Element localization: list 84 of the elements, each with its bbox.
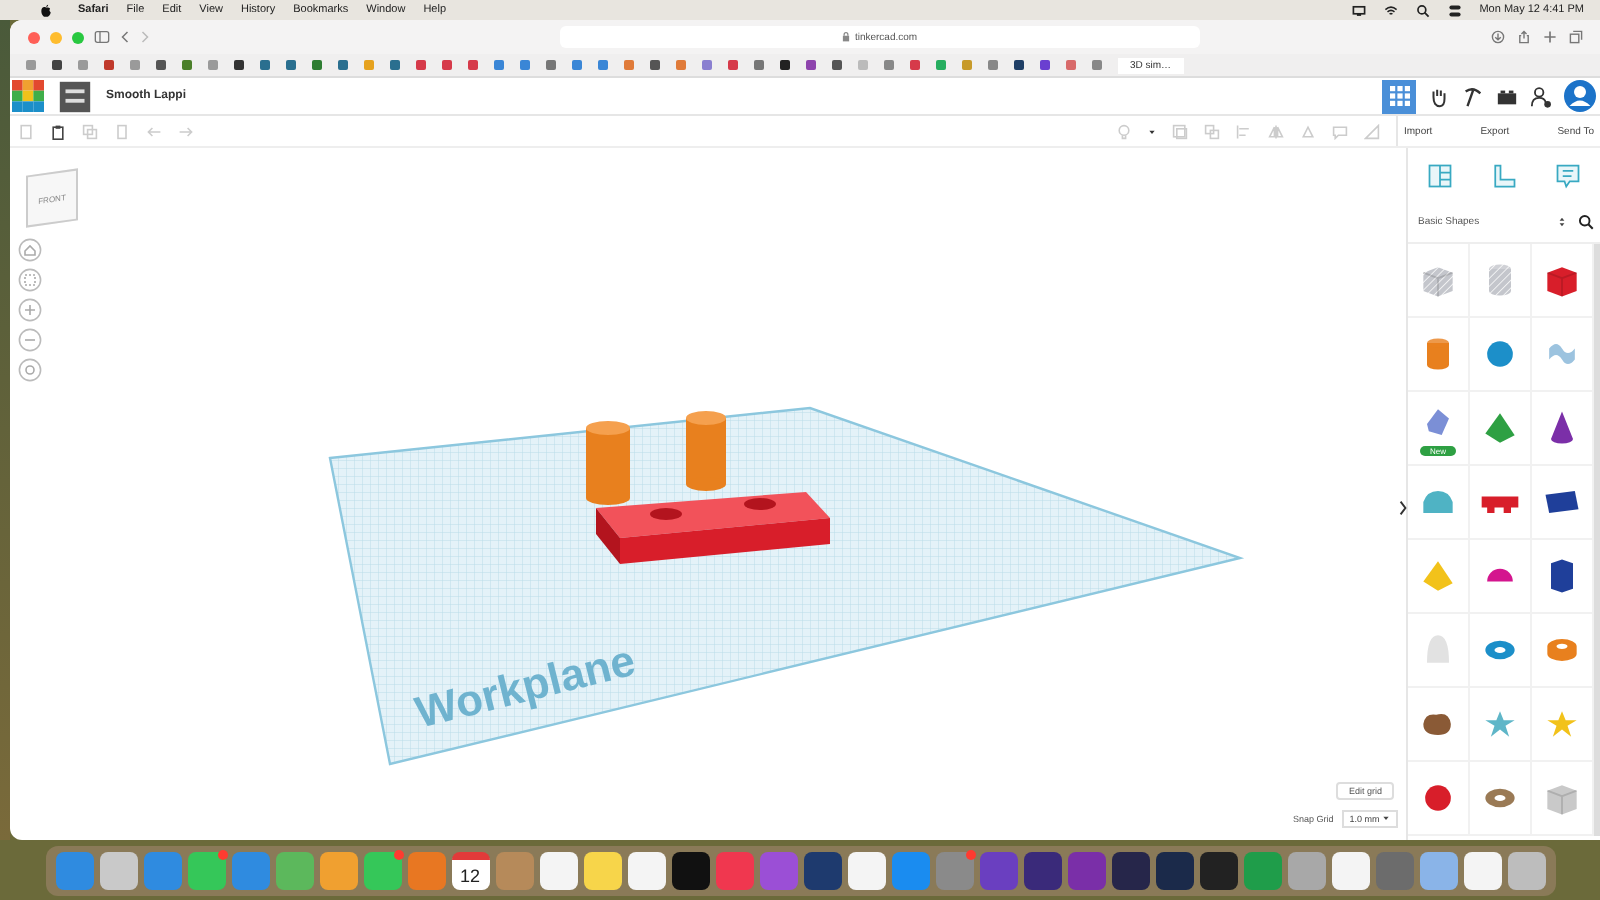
calendar-app-icon[interactable]: 12	[451, 851, 489, 889]
zoom-in-icon[interactable]	[18, 298, 42, 322]
duplicate-icon[interactable]	[82, 123, 98, 139]
share-icon[interactable]	[1516, 30, 1532, 44]
tinkercad-logo-icon[interactable]	[12, 80, 44, 112]
minimize-button[interactable]	[50, 31, 62, 43]
search-icon[interactable]	[1578, 214, 1594, 230]
favicon-icon[interactable]	[780, 60, 790, 70]
brick-icon[interactable]	[1496, 85, 1518, 107]
new-shape-icon[interactable]	[18, 123, 34, 139]
favicon-icon[interactable]	[1014, 60, 1024, 70]
notes-icon[interactable]	[1332, 123, 1348, 139]
favicon-icon[interactable]	[650, 60, 660, 70]
paste-icon[interactable]	[50, 123, 66, 139]
design-icon[interactable]	[56, 77, 94, 115]
grid-icon	[1389, 86, 1409, 106]
favicon-icon[interactable]	[234, 60, 244, 70]
app-icon[interactable]	[627, 851, 665, 889]
app-icon[interactable]	[803, 851, 841, 889]
collapse-panel-icon[interactable]	[1398, 500, 1408, 516]
app-icon[interactable]	[1331, 851, 1369, 889]
pickaxe-icon[interactable]	[1462, 85, 1484, 107]
caret-icon	[1382, 814, 1390, 822]
avatar-icon[interactable]	[1564, 80, 1596, 112]
app-icon[interactable]	[1463, 851, 1501, 889]
shape-catalog-icon[interactable]	[1426, 161, 1454, 189]
cruise-icon[interactable]	[1300, 123, 1316, 139]
align-icon[interactable]	[1236, 123, 1252, 139]
tabs-overview-icon[interactable]	[1568, 30, 1584, 44]
favicon-icon[interactable]	[260, 60, 270, 70]
shapes-drawing[interactable]	[586, 411, 830, 564]
home-view-icon[interactable]	[18, 238, 42, 262]
display-icon[interactable]	[1351, 3, 1366, 17]
add-user-icon[interactable]	[1530, 85, 1552, 107]
download-icon[interactable]	[1490, 30, 1506, 44]
app-icon[interactable]	[1419, 851, 1457, 889]
app-icon[interactable]	[1199, 851, 1237, 889]
app-icon[interactable]	[99, 851, 137, 889]
app-icon[interactable]	[671, 851, 709, 889]
back-icon[interactable]	[120, 30, 130, 44]
favicon-icon[interactable]	[338, 60, 348, 70]
mirror-icon[interactable]	[1268, 123, 1284, 139]
workplane-label: Workplane	[410, 634, 640, 738]
zoom-button[interactable]	[72, 31, 84, 43]
ruler-icon[interactable]	[1364, 123, 1380, 139]
app-icon[interactable]	[583, 851, 621, 889]
fit-view-icon[interactable]	[18, 268, 42, 292]
favicon-icon[interactable]	[1040, 60, 1050, 70]
app-icon[interactable]	[539, 851, 577, 889]
forward-icon[interactable]	[140, 30, 150, 44]
favicon-icon[interactable]	[52, 60, 62, 70]
note-icon[interactable]	[1554, 161, 1582, 189]
undo-icon[interactable]	[146, 123, 162, 139]
lock-icon	[842, 32, 851, 42]
redo-icon[interactable]	[178, 123, 194, 139]
close-button[interactable]	[28, 31, 40, 43]
group-icon[interactable]	[1172, 123, 1188, 139]
bracket-shape-icon[interactable]	[1490, 161, 1518, 189]
apple-icon[interactable]	[40, 3, 52, 17]
lightbulb-icon[interactable]	[1116, 123, 1132, 139]
app-icon[interactable]	[1023, 851, 1061, 889]
app-icon[interactable]	[847, 851, 885, 889]
workplane-grid[interactable]	[328, 406, 1245, 766]
favicon-icon[interactable]	[156, 60, 166, 70]
zoom-out-icon[interactable]	[18, 328, 42, 352]
favicon-icon[interactable]	[806, 60, 816, 70]
app-icon[interactable]	[319, 851, 357, 889]
favicon-icon[interactable]	[286, 60, 296, 70]
perspective-icon[interactable]	[18, 358, 42, 382]
app-icon[interactable]	[1507, 851, 1545, 889]
updown-icon	[1558, 216, 1566, 228]
search-icon[interactable]	[1415, 3, 1430, 17]
hand-icon[interactable]	[1428, 85, 1450, 107]
app-icon[interactable]	[1111, 851, 1149, 889]
grid-view-button[interactable]	[1382, 79, 1416, 113]
control-center-icon[interactable]	[1447, 3, 1462, 17]
sidebar-icon[interactable]	[94, 30, 110, 44]
delete-icon[interactable]	[114, 123, 130, 139]
app-icon[interactable]	[1155, 851, 1193, 889]
favicon-icon[interactable]	[832, 60, 842, 70]
favicon-icon[interactable]	[390, 60, 400, 70]
wifi-icon[interactable]	[1383, 3, 1398, 17]
new-tab-icon[interactable]	[1542, 30, 1558, 44]
ungroup-icon[interactable]	[1204, 123, 1220, 139]
